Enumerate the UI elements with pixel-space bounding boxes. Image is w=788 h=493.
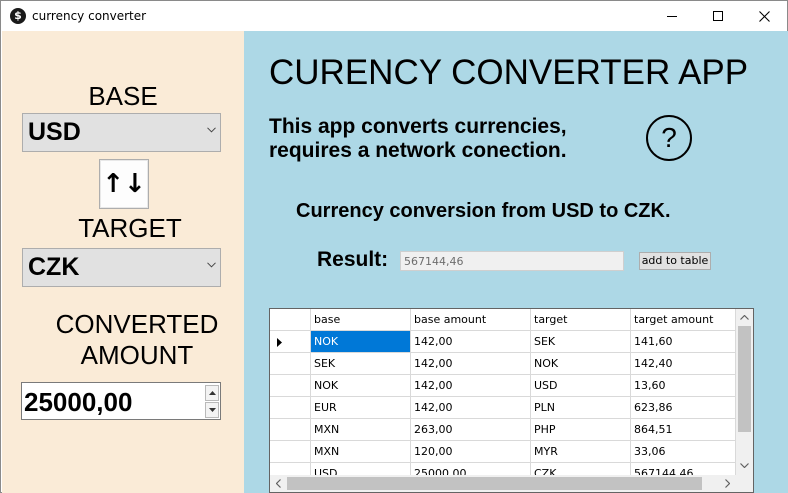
current-row-icon <box>277 338 282 347</box>
table-cell-base[interactable]: EUR <box>311 397 411 419</box>
row-header[interactable] <box>270 375 311 397</box>
chevron-down-icon <box>207 127 216 133</box>
page-title: CURENCY CONVERTER APP <box>269 53 749 92</box>
table-row[interactable]: NOK 142,00 USD 13,60 <box>270 375 736 397</box>
app-window: $ currency converter BASE USD ↑↓ TARGET … <box>0 0 788 493</box>
add-to-table-button[interactable]: add to table <box>639 252 711 270</box>
column-header-target-amount[interactable]: target amount <box>631 309 736 331</box>
base-currency-value: USD <box>28 118 81 146</box>
scrollbar-corner <box>736 475 753 492</box>
swap-arrows-icon: ↑↓ <box>102 169 146 199</box>
table-cell-target[interactable]: USD <box>531 375 631 397</box>
right-panel: CURENCY CONVERTER APP This app converts … <box>244 31 788 493</box>
table-row[interactable]: NOK 142,00 SEK 141,60 <box>270 331 736 353</box>
table-cell-target-amount[interactable]: 142,40 <box>631 353 736 375</box>
help-icon[interactable]: ? <box>646 115 692 161</box>
chevron-up-icon <box>209 391 216 395</box>
table-cell-base[interactable]: SEK <box>311 353 411 375</box>
column-header-base[interactable]: base <box>311 309 411 331</box>
table-row[interactable]: SEK 142,00 NOK 142,40 <box>270 353 736 375</box>
base-label: BASE <box>88 81 158 111</box>
horizontal-scrollbar[interactable] <box>270 475 736 492</box>
minimize-icon <box>667 15 677 17</box>
table-cell-target[interactable]: PHP <box>531 419 631 441</box>
target-currency-select[interactable]: CZK <box>22 248 221 287</box>
row-header[interactable] <box>270 441 311 463</box>
title-bar[interactable]: $ currency converter <box>1 1 787 31</box>
window-title: currency converter <box>32 9 147 23</box>
table-cell-base-amount[interactable]: 142,00 <box>411 353 531 375</box>
maximize-icon <box>713 11 723 21</box>
description-line2: requires a network conection. <box>269 139 567 162</box>
table-cell-base[interactable]: MXN <box>311 441 411 463</box>
base-currency-select[interactable]: USD <box>22 113 221 152</box>
table-cell-target-amount[interactable]: 864,51 <box>631 419 736 441</box>
increment-button[interactable] <box>205 385 219 401</box>
table-cell-target[interactable]: MYR <box>531 441 631 463</box>
app-description: This app converts currencies, requires a… <box>269 115 567 163</box>
dollar-app-icon: $ <box>10 8 26 24</box>
minimize-button[interactable] <box>649 1 695 31</box>
horizontal-scroll-thumb[interactable] <box>287 477 702 490</box>
table-cell-target-amount[interactable]: 33,06 <box>631 441 736 463</box>
table-cell-target-amount[interactable]: 623,86 <box>631 397 736 419</box>
table-cell-base[interactable]: NOK <box>311 331 411 353</box>
table-row[interactable]: MXN 120,00 MYR 33,06 <box>270 441 736 463</box>
result-field[interactable]: 567144,46 <box>400 251 624 271</box>
result-value: 567144,46 <box>404 255 464 268</box>
table-cell-base[interactable]: MXN <box>311 419 411 441</box>
column-header-target[interactable]: target <box>531 309 631 331</box>
table-cell-base-amount[interactable]: 120,00 <box>411 441 531 463</box>
table-header: base base amount target target amount <box>270 309 736 331</box>
close-icon <box>758 10 770 22</box>
scroll-up-icon[interactable] <box>740 315 749 320</box>
target-currency-value: CZK <box>28 253 80 281</box>
row-header[interactable] <box>270 331 311 353</box>
scroll-right-icon[interactable] <box>725 479 730 488</box>
maximize-button[interactable] <box>695 1 741 31</box>
table-cell-target-amount[interactable]: 141,60 <box>631 331 736 353</box>
vertical-scroll-thumb[interactable] <box>738 326 751 432</box>
chevron-down-icon <box>207 262 216 268</box>
scroll-left-icon[interactable] <box>276 479 281 488</box>
converted-label-line1: CONVERTED <box>55 309 219 339</box>
row-header[interactable] <box>270 353 311 375</box>
table-cell-base-amount[interactable]: 142,00 <box>411 375 531 397</box>
table-cell-base-amount[interactable]: 263,00 <box>411 419 531 441</box>
vertical-scrollbar[interactable] <box>736 309 753 475</box>
close-button[interactable] <box>741 1 787 31</box>
column-header-base-amount[interactable]: base amount <box>411 309 531 331</box>
decrement-button[interactable] <box>205 402 219 418</box>
table-cell-target[interactable]: SEK <box>531 331 631 353</box>
swap-currencies-button[interactable]: ↑↓ <box>99 159 149 209</box>
table-cell-base-amount[interactable]: 142,00 <box>411 331 531 353</box>
scroll-down-icon[interactable] <box>740 463 749 468</box>
amount-value: 25000,00 <box>24 387 133 417</box>
conversion-table[interactable]: base base amount target target amount NO… <box>269 308 754 493</box>
table-cell-target[interactable]: NOK <box>531 353 631 375</box>
table-cell-target-amount[interactable]: 13,60 <box>631 375 736 397</box>
conversion-description: Currency conversion from USD to CZK. <box>296 200 671 222</box>
chevron-down-icon <box>209 408 216 412</box>
table-cell-base[interactable]: NOK <box>311 375 411 397</box>
table-row[interactable]: EUR 142,00 PLN 623,86 <box>270 397 736 419</box>
table-cell-base-amount[interactable]: 142,00 <box>411 397 531 419</box>
description-line1: This app converts currencies, <box>269 115 567 138</box>
row-header[interactable] <box>270 397 311 419</box>
row-header[interactable] <box>270 419 311 441</box>
table-row[interactable]: MXN 263,00 PHP 864,51 <box>270 419 736 441</box>
amount-stepper[interactable]: 25000,00 <box>21 382 221 420</box>
table-cell-target[interactable]: PLN <box>531 397 631 419</box>
converted-amount-label: CONVERTED AMOUNT <box>42 309 232 371</box>
target-label: TARGET <box>78 213 182 243</box>
converted-label-line2: AMOUNT <box>80 340 194 370</box>
result-label: Result: <box>317 248 389 271</box>
row-header-corner <box>270 309 311 331</box>
left-panel: BASE USD ↑↓ TARGET CZK CONVERTED AMOUNT … <box>2 31 244 493</box>
